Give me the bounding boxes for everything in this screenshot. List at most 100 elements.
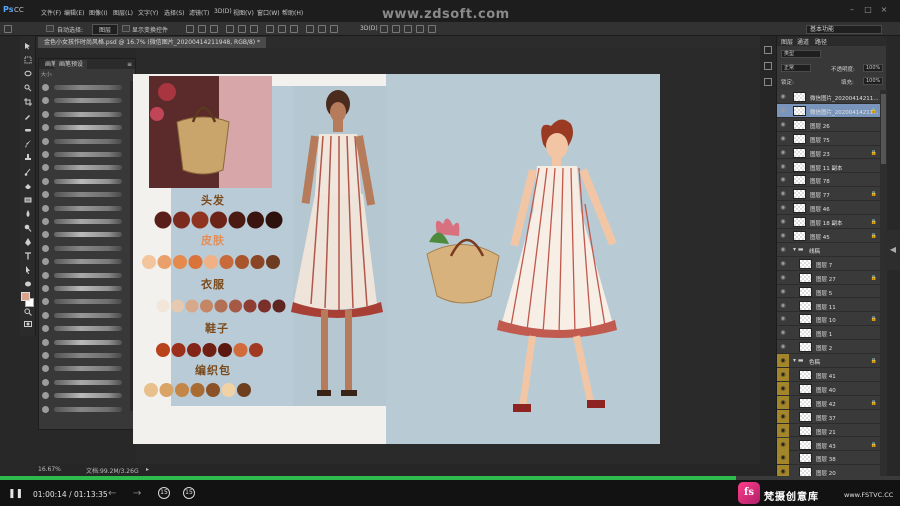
- visibility-eye-icon[interactable]: ◉: [777, 271, 789, 284]
- layer-group-row[interactable]: ◉ ▾ ▬ 色稿 🔒: [777, 354, 880, 368]
- menu-window[interactable]: 窗口(W): [257, 8, 280, 17]
- lasso-tool-icon[interactable]: [24, 70, 32, 78]
- menu-type[interactable]: 文字(Y): [138, 8, 158, 17]
- fill-input[interactable]: 100%: [863, 77, 883, 85]
- brush-preset-item[interactable]: [40, 188, 136, 201]
- brush-preset-item[interactable]: [40, 349, 136, 362]
- brush-preset-item[interactable]: [40, 389, 136, 402]
- brush-preset-item[interactable]: [40, 309, 136, 322]
- status-menu-arrow-icon[interactable]: ▸: [146, 466, 149, 473]
- visibility-eye-icon[interactable]: ◉: [777, 395, 789, 409]
- auto-select-checkbox[interactable]: [46, 25, 54, 32]
- panel-menu-icon[interactable]: ≡: [123, 60, 136, 69]
- type-tool-icon[interactable]: [24, 252, 32, 260]
- layer-row[interactable]: ◉ 图层 5: [777, 284, 880, 299]
- folder-icon[interactable]: ▾ ▬: [793, 357, 804, 364]
- layer-row[interactable]: ◉ 图层 41: [777, 368, 880, 382]
- properties-panel-icon[interactable]: [764, 62, 772, 70]
- visibility-eye-icon[interactable]: ◉: [777, 146, 789, 159]
- layer-row[interactable]: ◉ 微信图片_20200414211... 🔒: [777, 103, 880, 118]
- layer-row[interactable]: ◉ 图层 37: [777, 409, 880, 424]
- brush-preset-item[interactable]: [40, 242, 136, 255]
- distribute-right-icon[interactable]: [330, 25, 338, 33]
- brush-preset-item[interactable]: [40, 202, 136, 215]
- visibility-eye-icon[interactable]: ◉: [777, 160, 789, 173]
- 3d-scale-icon[interactable]: [428, 25, 436, 33]
- previous-icon[interactable]: ←: [108, 488, 116, 500]
- layer-row[interactable]: ◉ 图层 45 🔒: [777, 229, 880, 243]
- distribute-vcenter-icon[interactable]: [278, 25, 286, 33]
- clone-stamp-tool-icon[interactable]: [24, 154, 32, 162]
- menu-edit[interactable]: 编辑(E): [64, 8, 84, 17]
- layer-row[interactable]: ◉ 图层 10 🔒: [777, 312, 880, 327]
- brush-preset-item[interactable]: [40, 135, 136, 148]
- layer-row[interactable]: ◉ 图层 1: [777, 326, 880, 341]
- marquee-tool-icon[interactable]: [24, 56, 32, 64]
- layer-row[interactable]: ◉ 图层 43 🔒: [777, 437, 880, 452]
- maximize-icon[interactable]: □: [864, 6, 872, 14]
- layer-row[interactable]: ◉ 图层 2: [777, 340, 880, 355]
- layer-row[interactable]: ◉ 微信图片_20200414211...: [777, 90, 880, 104]
- visibility-eye-icon[interactable]: ◉: [777, 409, 789, 423]
- expand-panel-arrow-icon[interactable]: ◀: [886, 230, 900, 270]
- layer-row[interactable]: ◉ 图层 40: [777, 381, 880, 396]
- visibility-eye-icon[interactable]: ◉: [777, 90, 789, 103]
- tab-paths[interactable]: 路径: [815, 37, 827, 46]
- visibility-eye-icon[interactable]: ◉: [777, 326, 789, 339]
- layer-row[interactable]: ◉ 图层 77 🔒: [777, 187, 880, 202]
- document-tab[interactable]: 金色小女孩作时尚风格.psd @ 16.7% (微信图片_20200414211…: [38, 37, 267, 48]
- tab-channels[interactable]: 通道: [797, 37, 809, 46]
- brush-preset-item[interactable]: [40, 322, 136, 335]
- tab-brush-presets[interactable]: 画笔预设: [55, 60, 88, 69]
- eyedropper-tool-icon[interactable]: [24, 112, 32, 120]
- history-brush-tool-icon[interactable]: [24, 168, 32, 176]
- layer-row[interactable]: ◉ 图层 18 副本 🔒: [777, 215, 880, 229]
- brush-preset-item[interactable]: [40, 94, 136, 107]
- brush-preset-item[interactable]: [40, 403, 136, 416]
- visibility-eye-icon[interactable]: ◉: [777, 215, 789, 228]
- quick-mask-mode-icon[interactable]: [24, 320, 32, 328]
- visibility-eye-icon[interactable]: ◉: [777, 118, 789, 131]
- visibility-eye-icon[interactable]: ◉: [777, 173, 789, 186]
- visibility-eye-icon[interactable]: ◉: [777, 354, 789, 368]
- visibility-eye-icon[interactable]: ◉: [777, 451, 789, 465]
- align-left-icon[interactable]: [226, 25, 234, 33]
- visibility-eye-icon[interactable]: ◉: [777, 132, 789, 145]
- layer-kind-filter[interactable]: 类型: [781, 50, 821, 58]
- menu-view[interactable]: 视图(V): [233, 8, 254, 17]
- gradient-tool-icon[interactable]: [24, 196, 32, 204]
- align-top-icon[interactable]: [186, 25, 194, 33]
- minimize-icon[interactable]: –: [848, 6, 856, 14]
- adjustments-panel-icon[interactable]: [764, 78, 772, 86]
- pen-tool-icon[interactable]: [24, 238, 32, 246]
- rewind-15-icon[interactable]: 15: [158, 487, 170, 499]
- visibility-eye-icon[interactable]: ◉: [777, 381, 789, 395]
- shape-tool-icon[interactable]: [24, 280, 32, 288]
- progress-track[interactable]: [0, 476, 900, 480]
- visibility-eye-icon[interactable]: ◉: [777, 243, 789, 256]
- document-canvas[interactable]: 头发 皮肤 衣服 鞋子 编织包: [133, 74, 660, 444]
- brush-preset-item[interactable]: [40, 295, 136, 308]
- align-right-icon[interactable]: [250, 25, 258, 33]
- layer-row[interactable]: ◉ 图层 78: [777, 173, 880, 188]
- move-tool-icon[interactable]: [4, 25, 12, 33]
- layer-row[interactable]: ◉ 图层 42 🔒: [777, 395, 880, 410]
- next-icon[interactable]: →: [133, 488, 141, 500]
- align-bottom-icon[interactable]: [210, 25, 218, 33]
- healing-brush-tool-icon[interactable]: [24, 126, 32, 134]
- visibility-eye-icon[interactable]: ◉: [777, 299, 789, 312]
- foreground-color-swatch[interactable]: [21, 292, 30, 301]
- forward-15-icon[interactable]: 15: [183, 487, 195, 499]
- distribute-top-icon[interactable]: [266, 25, 274, 33]
- brush-preset-item[interactable]: [40, 362, 136, 375]
- distribute-bottom-icon[interactable]: [290, 25, 298, 33]
- zoom-tool-icon[interactable]: [24, 308, 32, 316]
- layer-row[interactable]: ◉ 图层 38: [777, 451, 880, 466]
- menu-help[interactable]: 帮助(H): [282, 8, 303, 17]
- history-panel-icon[interactable]: [764, 46, 772, 54]
- menu-3d[interactable]: 3D(D): [214, 8, 232, 15]
- brush-preset-item[interactable]: [40, 175, 136, 188]
- layer-row[interactable]: ◉ 图层 20: [777, 465, 880, 476]
- layers-scrollbar[interactable]: [880, 90, 887, 476]
- layer-row[interactable]: ◉ 图层 27 🔒: [777, 270, 880, 285]
